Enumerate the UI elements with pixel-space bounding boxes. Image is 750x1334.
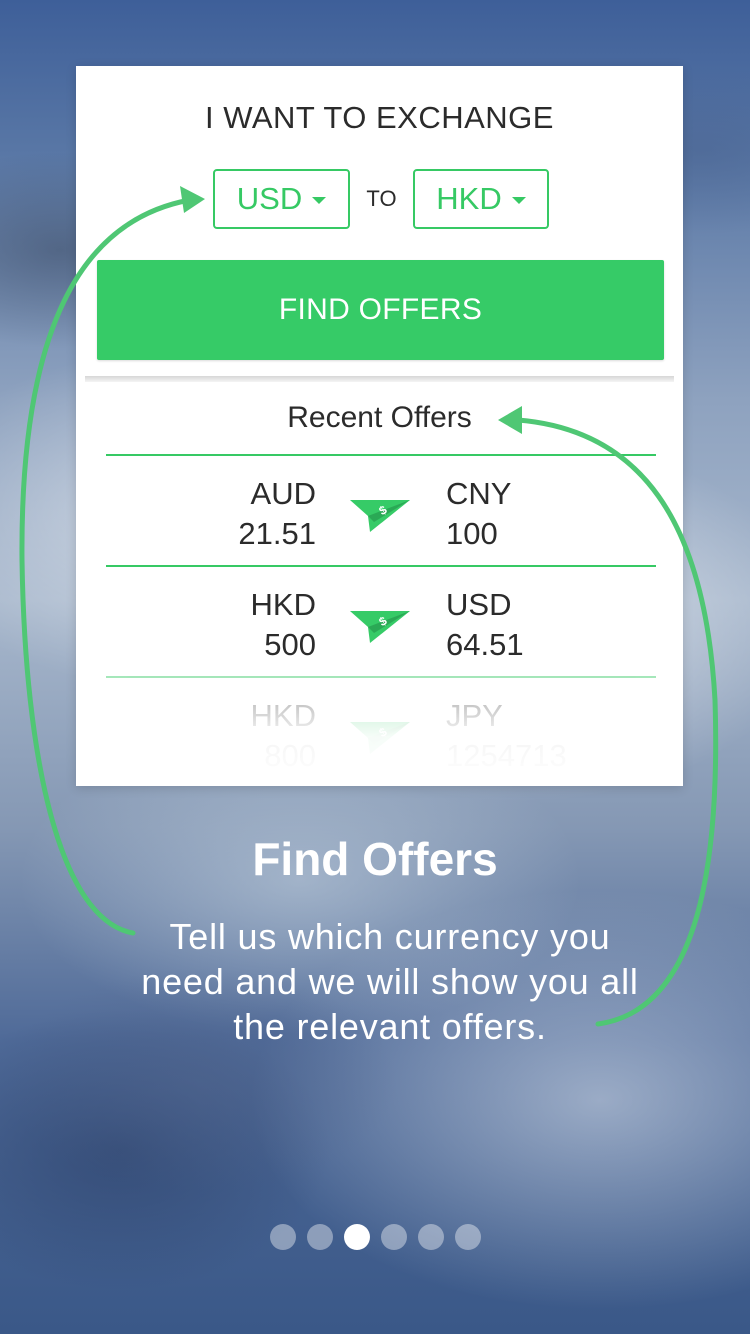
caret-down-icon — [312, 196, 327, 204]
page-indicator — [0, 1224, 750, 1250]
offer-from: AUD 21.51 — [238, 474, 316, 554]
to-label: TO — [366, 186, 397, 211]
offer-to-amount: 100 — [446, 516, 498, 551]
offer-to-currency: USD — [446, 587, 512, 622]
find-offers-button[interactable]: FIND OFFERS — [97, 260, 664, 360]
section-divider — [85, 376, 674, 382]
offer-to-amount: 1254713 — [446, 738, 567, 773]
offer-from: HKD 800 — [251, 696, 316, 776]
page-dot[interactable] — [417, 1224, 444, 1250]
page-dot[interactable] — [269, 1224, 296, 1250]
exchange-heading: I WANT TO EXCHANGE — [205, 100, 554, 135]
app-preview-card: I WANT TO EXCHANGE USD TO HKD FIND OFFER… — [76, 66, 683, 786]
feature-description: Tell us which currency you need and we w… — [141, 916, 639, 1047]
page-dot[interactable] — [454, 1224, 481, 1250]
to-currency-select[interactable]: HKD — [413, 169, 549, 229]
feature-title: Find Offers — [252, 833, 498, 885]
paper-plane-money-icon: $ — [350, 500, 410, 532]
offer-row[interactable]: HKD 800 $ JPY 1254713 — [106, 676, 656, 786]
caret-down-icon — [511, 196, 526, 204]
offer-from-currency: AUD — [250, 476, 316, 511]
to-currency-value: HKD — [436, 181, 502, 216]
offer-to-amount: 64.51 — [446, 627, 524, 662]
page-dot[interactable] — [380, 1224, 407, 1250]
paper-plane-money-icon: $ — [350, 722, 410, 754]
recent-offers-title: Recent Offers — [287, 401, 472, 434]
offer-from-currency: HKD — [250, 698, 316, 733]
from-currency-value: USD — [236, 181, 303, 216]
offer-to: JPY 1254713 — [446, 696, 567, 776]
from-currency-select[interactable]: USD — [213, 169, 350, 229]
page-dot[interactable] — [306, 1224, 333, 1250]
offer-from-amount: 500 — [264, 627, 316, 662]
offer-from: HKD 500 — [251, 585, 316, 665]
offer-to: USD 64.51 — [446, 585, 524, 665]
offer-from-currency: HKD — [250, 587, 316, 622]
offer-from-amount: 21.51 — [238, 516, 316, 551]
paper-plane-money-icon: $ — [350, 611, 410, 643]
offer-row[interactable]: AUD 21.51 $ CNY 100 — [106, 454, 656, 565]
offer-to-currency: JPY — [446, 698, 503, 733]
offer-to-currency: CNY — [446, 476, 512, 511]
page-dot[interactable] — [343, 1224, 370, 1250]
offer-to: CNY 100 — [446, 474, 511, 554]
offer-row[interactable]: HKD 500 $ USD 64.51 — [106, 565, 656, 676]
recent-offers-list: AUD 21.51 $ CNY 100 HKD 500 $ USD 64.51 … — [106, 454, 656, 786]
offer-from-amount: 800 — [264, 738, 316, 773]
